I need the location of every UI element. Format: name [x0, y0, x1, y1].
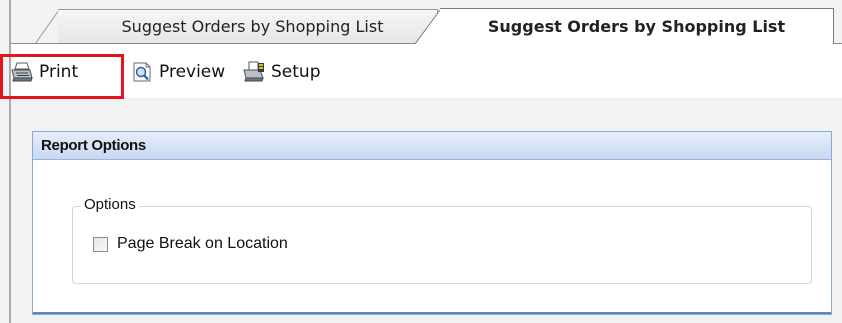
- setup-label: Setup: [271, 62, 321, 82]
- report-options-header: Report Options: [33, 132, 831, 160]
- panel-bottom-border: [33, 312, 831, 314]
- tab-strip: Suggest Orders by Shopping List Suggest …: [0, 0, 842, 44]
- preview-label: Preview: [159, 62, 226, 82]
- page-break-label: Page Break on Location: [117, 235, 288, 252]
- page-break-checkbox[interactable]: [93, 236, 108, 252]
- options-groupbox: Options Page Break on Location: [72, 196, 812, 284]
- print-label: Print: [39, 62, 79, 82]
- preview-icon: [131, 61, 153, 83]
- tab-label: Suggest Orders by Shopping List: [121, 17, 384, 36]
- tab-label: Suggest Orders by Shopping List: [487, 17, 786, 36]
- setup-button[interactable]: Setup: [243, 58, 320, 86]
- printer-icon: [11, 61, 33, 83]
- preview-button[interactable]: Preview: [131, 58, 225, 86]
- tab-slant-decoration: [414, 9, 441, 44]
- report-toolbar: Print Preview Setup: [11, 44, 842, 98]
- tab-slant-decoration: [34, 9, 60, 44]
- options-group-title: Options: [81, 196, 139, 213]
- tab-suggest-orders-active[interactable]: Suggest Orders by Shopping List: [440, 8, 834, 44]
- tab-suggest-orders-inactive[interactable]: Suggest Orders by Shopping List: [58, 9, 438, 43]
- print-button[interactable]: Print: [11, 58, 78, 86]
- report-options-title: Report Options: [41, 137, 146, 154]
- page-break-option[interactable]: Page Break on Location: [93, 235, 288, 253]
- report-window: Suggest Orders by Shopping List Suggest …: [0, 0, 842, 323]
- report-options-panel: Report Options Options Page Break on Loc…: [32, 131, 832, 315]
- printer-setup-icon: [243, 61, 265, 83]
